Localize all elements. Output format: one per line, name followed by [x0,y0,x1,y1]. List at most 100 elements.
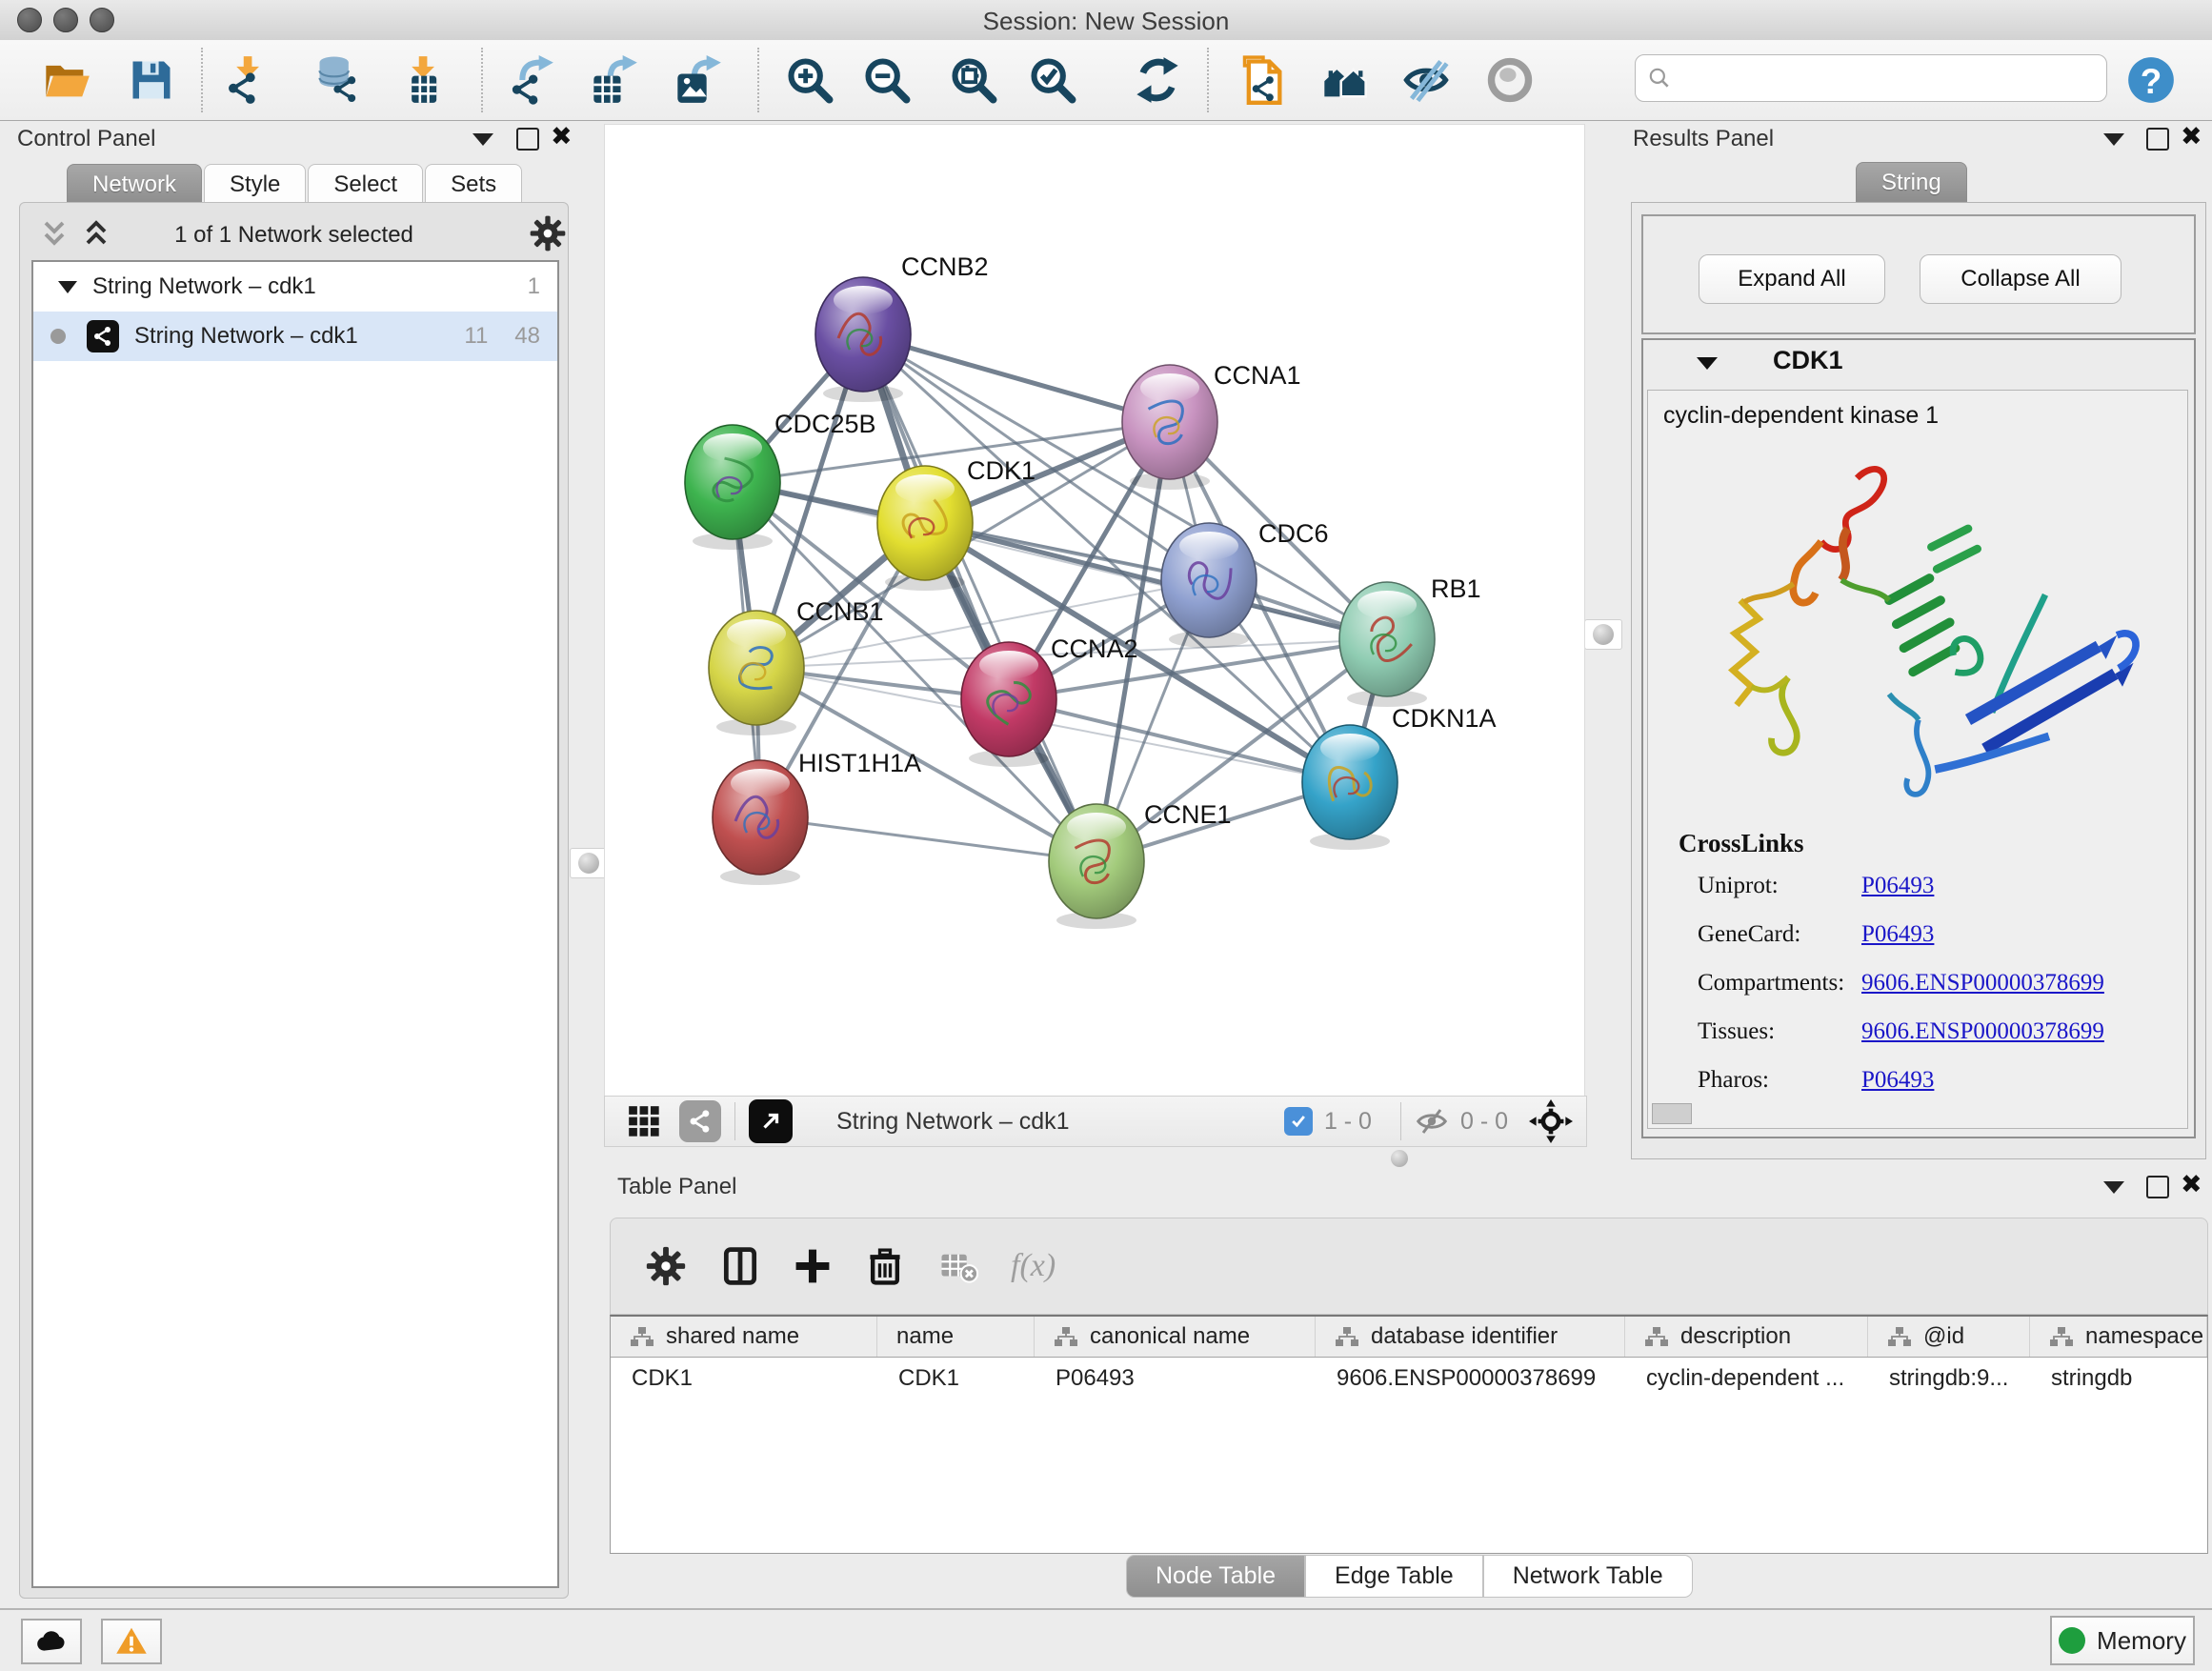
delete-column-trash-icon[interactable] [864,1245,906,1287]
crosslink-link[interactable]: 9606.ENSP00000378699 [1861,970,2104,997]
table-cell[interactable]: 9606.ENSP00000378699 [1316,1365,1625,1392]
network-collection-row[interactable]: String Network – cdk1 1 [33,262,557,312]
right-splitter-handle[interactable] [1584,619,1622,650]
node-RB1[interactable] [1339,582,1435,707]
search-input[interactable] [1679,64,2093,92]
results-panel-menu-icon[interactable] [2103,133,2124,146]
create-column-plus-icon[interactable] [792,1245,834,1287]
open-in-cybrowser-button[interactable] [1233,50,1294,111]
column-header-namespace[interactable]: namespace [2030,1317,2207,1357]
crosslink-link[interactable]: 9606.ENSP00000378699 [1861,1018,2104,1045]
column-header-canonical-name[interactable]: canonical name [1035,1317,1316,1357]
column-header-database-identifier[interactable]: database identifier [1316,1317,1625,1357]
hidden-items-eye-icon [1415,1104,1449,1138]
zoom-selected-button[interactable] [1022,50,1083,111]
table-panel-close-icon[interactable]: ✖ [2181,1170,2202,1199]
tab-edge-table[interactable]: Edge Table [1305,1555,1483,1598]
save-session-button[interactable] [121,50,182,111]
edge-HIST1H1A-CCNE1[interactable] [760,817,1096,861]
show-all-networks-button[interactable] [1315,50,1376,111]
selected-items-checkbox-icon[interactable] [1284,1107,1313,1136]
crosslink-row: GeneCard:P06493 [1698,921,2174,948]
table-cell[interactable]: CDK1 [877,1365,1035,1392]
show-columns-icon[interactable] [719,1245,761,1287]
hide-selected-button[interactable] [1396,50,1457,111]
help-button[interactable]: ? [2121,50,2182,111]
tab-string[interactable]: String [1856,162,1967,203]
control-panel-close-icon[interactable]: ✖ [551,122,573,151]
export-table-button[interactable] [584,50,645,111]
table-cell[interactable]: stringdb:9... [1868,1365,2030,1392]
export-image-button[interactable] [668,50,729,111]
show-graphics-details-button[interactable] [1479,50,1540,111]
import-network-icon [222,55,271,105]
warning-status-button[interactable] [101,1619,162,1664]
crosslink-link[interactable]: P06493 [1861,1067,1934,1094]
table-cell[interactable]: CDK1 [611,1365,877,1392]
node-CCNE1[interactable] [1049,804,1144,929]
tab-sets[interactable]: Sets [425,164,522,205]
tab-network-table[interactable]: Network Table [1483,1555,1693,1598]
column-header-name[interactable]: name [877,1317,1035,1357]
network-view-canvas[interactable]: CCNB2CCNA1CDC25BCDK1CDC6RB1CCNB1CCNA2CDK… [604,124,1585,1097]
control-panel-menu-icon[interactable] [473,133,493,146]
left-splitter-handle[interactable] [570,848,608,878]
node-CCNA1[interactable] [1122,365,1217,490]
expand-all-button[interactable]: Expand All [1699,254,1885,304]
delete-table-icon [938,1246,978,1286]
export-network-button[interactable] [500,50,561,111]
node-CCNB2[interactable] [815,277,911,402]
title-bar: Session: New Session [0,0,2212,41]
column-header-shared-name[interactable]: shared name [611,1317,877,1357]
crosslink-link[interactable]: P06493 [1861,921,1934,948]
crosslink-link[interactable]: P06493 [1861,873,1934,899]
results-panel-close-icon[interactable]: ✖ [2181,122,2202,151]
import-network-file-button[interactable] [216,50,277,111]
table-options-gear-icon[interactable] [645,1245,687,1287]
memory-button[interactable]: Memory [2050,1616,2195,1665]
table-panel-float-icon[interactable] [2146,1176,2169,1198]
fit-selected-crosshair-icon[interactable] [1529,1099,1573,1143]
import-table-file-button[interactable] [392,50,452,111]
birds-eye-view-icon[interactable] [626,1103,662,1139]
network-selection-status: 1 of 1 Network selected [20,222,568,249]
zoom-fit-button[interactable] [943,50,1004,111]
tab-select[interactable]: Select [308,164,423,205]
table-panel-menu-icon[interactable] [2103,1181,2124,1194]
table-cell[interactable]: stringdb [2030,1365,2207,1392]
table-cell[interactable]: cyclin-dependent ... [1625,1365,1868,1392]
refresh-button[interactable] [1127,50,1188,111]
collection-count: 1 [528,273,540,300]
horizontal-scrollbar-stub[interactable] [1652,1103,1692,1124]
import-network-database-button[interactable] [308,50,369,111]
table-cell[interactable]: P06493 [1035,1365,1316,1392]
open-session-button[interactable] [36,50,97,111]
column-header--id[interactable]: @id [1868,1317,2030,1357]
network-graph[interactable]: CCNB2CCNA1CDC25BCDK1CDC6RB1CCNB1CCNA2CDK… [605,125,1584,1097]
network-options-gear-icon[interactable] [529,214,567,252]
edge-CCNA2-CDKN1A[interactable] [1009,699,1350,782]
network-row-selected[interactable]: String Network – cdk1 11 48 [33,312,557,361]
collection-expand-icon[interactable] [58,281,77,293]
collapse-all-button[interactable]: Collapse All [1920,254,2122,304]
edge-CCNB2-CCNE1[interactable] [863,334,1096,861]
cloud-status-button[interactable] [21,1619,82,1664]
zoom-out-button[interactable] [856,50,917,111]
node-CDC25B[interactable] [685,425,780,550]
table-row[interactable]: CDK1CDK1P064939606.ENSP00000378699cyclin… [611,1358,2207,1399]
open-view-in-window-icon[interactable] [749,1099,793,1143]
search-field[interactable] [1635,54,2107,102]
tab-node-table[interactable]: Node Table [1126,1555,1305,1598]
bottom-splitter-handle[interactable] [1391,1150,1408,1167]
results-panel-float-icon[interactable] [2146,128,2169,151]
control-panel-float-icon[interactable] [516,128,539,151]
node-CDKN1A[interactable] [1302,725,1398,850]
node-CCNB1[interactable] [709,611,804,735]
column-header-description[interactable]: description [1625,1317,1868,1357]
gene-collapse-icon[interactable] [1697,357,1718,370]
network-share-badge-icon[interactable] [679,1100,721,1142]
tab-style[interactable]: Style [204,164,306,205]
zoom-in-button[interactable] [779,50,840,111]
tab-network[interactable]: Network [67,164,202,205]
node-HIST1H1A[interactable] [713,760,808,885]
